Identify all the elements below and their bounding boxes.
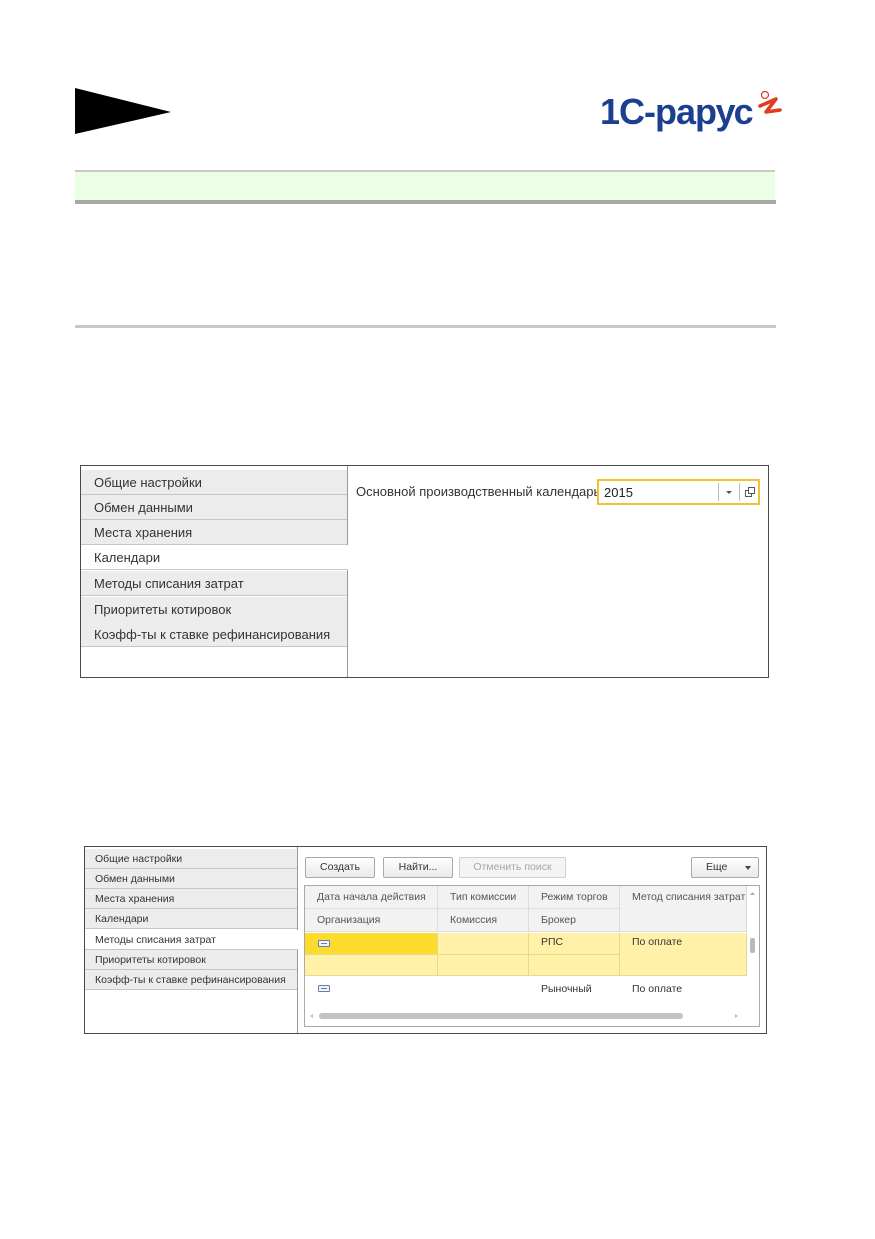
column-header-write-off-method[interactable]: Метод списания затрат: [620, 886, 747, 909]
chevron-down-icon: [745, 866, 751, 870]
table-cell[interactable]: [305, 955, 438, 976]
tab-quote-priorities[interactable]: Приоритеты котировок: [81, 597, 347, 622]
scroll-right-icon[interactable]: [731, 1011, 741, 1021]
tab-general-settings[interactable]: Общие настройки: [85, 849, 297, 869]
brand-logo: 1С-рарус: [600, 90, 782, 132]
tab-data-exchange[interactable]: Обмен данными: [85, 869, 297, 889]
column-header-broker[interactable]: Брокер: [529, 909, 620, 932]
column-header-organization[interactable]: Организация: [305, 909, 438, 932]
tab-cost-write-off-methods[interactable]: Методы списания затрат: [81, 571, 347, 596]
column-header-start-date[interactable]: Дата начала действия: [305, 886, 438, 909]
tab-refinancing-coefficients[interactable]: Коэфф-ты к ставке рефинансирования: [85, 970, 297, 990]
section-divider: [75, 325, 776, 328]
create-button[interactable]: Создать: [305, 857, 375, 878]
header-divider: [75, 200, 776, 204]
tab-quote-priorities[interactable]: Приоритеты котировок: [85, 950, 297, 970]
table-cell[interactable]: [529, 955, 620, 976]
dropdown-button[interactable]: [718, 483, 739, 501]
find-button[interactable]: Найти...: [383, 857, 453, 878]
header-band: [75, 170, 775, 202]
tab-storage-locations[interactable]: Места хранения: [85, 889, 297, 909]
cancel-search-button[interactable]: Отменить поиск: [459, 857, 566, 878]
scroll-up-icon[interactable]: [747, 888, 758, 898]
table-cell[interactable]: [438, 933, 529, 955]
write-off-method-value: По оплате: [632, 936, 683, 948]
calendar-field[interactable]: 2015: [597, 479, 760, 505]
scroll-left-icon[interactable]: [307, 1011, 317, 1021]
tab-storage-locations[interactable]: Места хранения: [81, 520, 347, 545]
tab-calendars[interactable]: Календари: [85, 909, 297, 929]
tab-cost-write-off-methods[interactable]: Методы списания затрат: [85, 930, 298, 950]
table-row[interactable]: [305, 933, 438, 955]
open-button[interactable]: [739, 483, 759, 501]
table-row[interactable]: [305, 978, 438, 1000]
svg-text:1С-рарус: 1С-рарус: [600, 91, 753, 132]
calendar-label: Основной производственный календарь:: [356, 484, 604, 499]
vertical-scroll-thumb[interactable]: [750, 938, 755, 953]
tab-general-settings[interactable]: Общие настройки: [81, 470, 347, 495]
column-header-commission[interactable]: Комиссия: [438, 909, 529, 932]
cost-methods-window: Общие настройки Обмен данными Места хран…: [84, 846, 767, 1034]
column-header-trade-mode[interactable]: Режим торгов: [529, 886, 620, 909]
tab-calendars[interactable]: Календари: [81, 545, 348, 570]
table-cell[interactable]: [438, 955, 529, 976]
table-cell[interactable]: РПС: [529, 933, 620, 955]
table-cell[interactable]: По оплате: [620, 933, 747, 976]
arrow-marker-icon: [75, 88, 171, 134]
calendar-settings-window: Общие настройки Обмен данными Места хран…: [80, 465, 769, 678]
open-window-icon: [745, 487, 755, 497]
tab-data-exchange[interactable]: Обмен данными: [81, 495, 347, 520]
column-header-blank: [620, 909, 747, 932]
chevron-down-icon: [726, 491, 732, 494]
write-off-method-value: По оплате: [632, 983, 683, 995]
trade-mode-value: РПС: [541, 936, 564, 948]
horizontal-scroll-thumb[interactable]: [319, 1013, 683, 1019]
more-label: Еще: [706, 861, 728, 873]
settings-sidebar: Общие настройки Обмен данными Места хран…: [81, 466, 348, 677]
column-header-commission-type[interactable]: Тип комиссии: [438, 886, 529, 909]
more-button[interactable]: Еще: [691, 857, 759, 878]
cost-methods-table: Дата начала действия Тип комиссии Режим …: [304, 885, 760, 1027]
tab-refinancing-coefficients[interactable]: Коэфф-ты к ставке рефинансирования: [81, 622, 347, 647]
record-icon: [318, 985, 330, 992]
settings-sidebar: Общие настройки Обмен данными Места хран…: [85, 847, 298, 1033]
calendar-value: 2015: [604, 485, 633, 500]
trade-mode-value: Рыночный: [541, 983, 592, 995]
vertical-scrollbar[interactable]: [747, 886, 758, 1025]
record-icon: [318, 940, 330, 947]
